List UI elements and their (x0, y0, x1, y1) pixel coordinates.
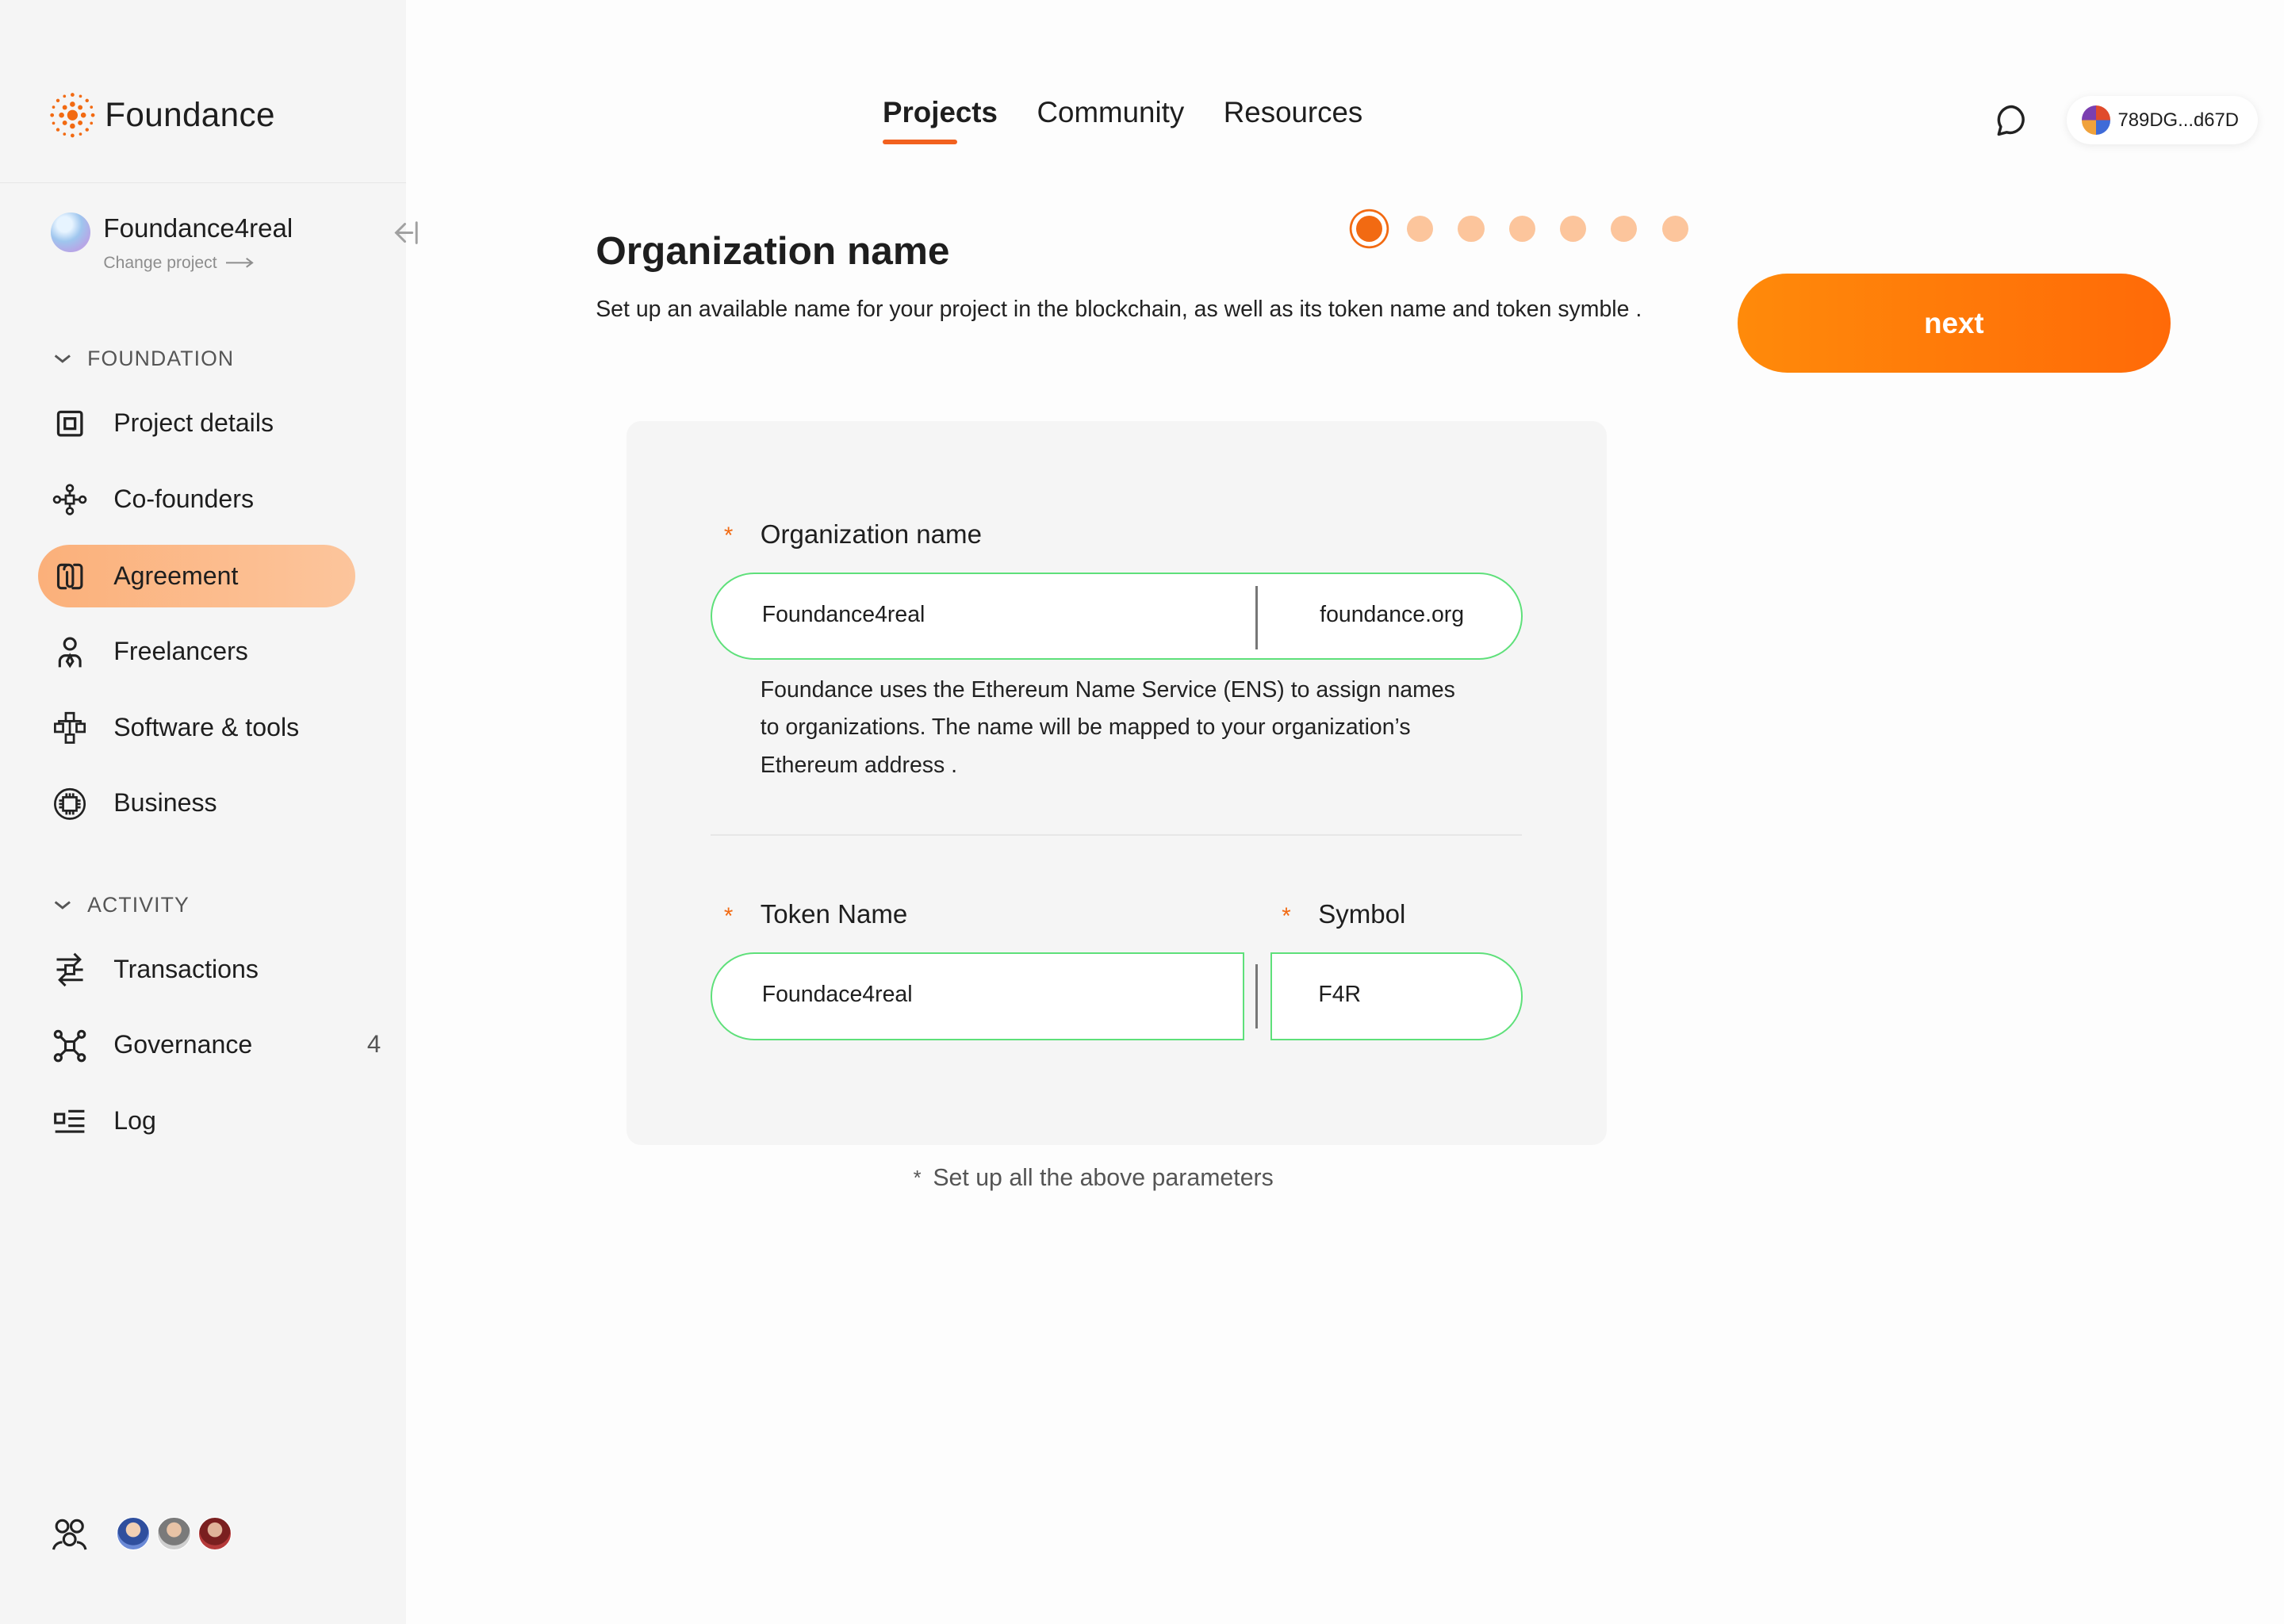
chat-button[interactable] (1993, 102, 2031, 140)
chevron-down-icon (54, 354, 71, 364)
person-tie-icon (52, 635, 87, 670)
step-dot (1458, 215, 1485, 242)
change-project-label: Change project (103, 253, 217, 272)
team-avatars (116, 1516, 232, 1551)
form-divider (711, 834, 1523, 837)
tab-resources[interactable]: Resources (1224, 96, 1363, 141)
organization-name-value[interactable]: Foundance4real (762, 602, 925, 628)
step-dot (1661, 215, 1688, 242)
footnote-text: Set up all the above parameters (933, 1165, 1274, 1192)
collapse-sidebar-button[interactable] (389, 216, 423, 251)
square-frame-icon (52, 406, 87, 441)
foundance-logo-icon (50, 92, 95, 138)
next-button[interactable]: next (1738, 274, 2171, 373)
chevron-down-icon (54, 901, 71, 910)
sidebar-item-log[interactable]: Log (38, 1090, 355, 1152)
sidebar-item-co-founders[interactable]: Co-founders (38, 468, 355, 530)
step-dot (1407, 215, 1434, 242)
organization-name-label: Organization name (760, 519, 982, 550)
section-foundation-title: FOUNDATION (87, 347, 235, 371)
tab-community[interactable]: Community (1037, 96, 1185, 141)
step-dot (1560, 215, 1587, 242)
ens-help-text: Foundance uses the Ethereum Name Service… (760, 676, 1455, 779)
field-separator (1255, 585, 1259, 650)
sidebar-item-label: Software & tools (113, 712, 300, 741)
section-foundation[interactable]: FOUNDATION (52, 347, 234, 371)
token-name-field[interactable]: Foundace4real (711, 952, 1244, 1040)
step-progress (1351, 215, 1688, 242)
sidebar-item-label: Project details (113, 408, 274, 438)
sidebar-item-label: Transactions (113, 954, 259, 983)
token-name-label: Token Name (760, 900, 908, 930)
project-name: Foundance4real (103, 213, 293, 243)
field-separator (1255, 963, 1258, 1028)
collapse-icon (394, 221, 418, 245)
symbol-field[interactable]: F4R (1270, 952, 1523, 1040)
organization-form-card: * Organization name Foundance4real found… (626, 420, 1607, 1145)
sidebar-divider (0, 182, 407, 184)
step-dot (1508, 215, 1535, 242)
team-members[interactable] (49, 1515, 232, 1553)
page-description: Set up an available name for your projec… (596, 297, 1642, 323)
team-icon (52, 1519, 87, 1550)
organization-name-field[interactable]: Foundance4real foundance.org (711, 572, 1523, 661)
project-avatar (51, 213, 90, 252)
chat-bubble-icon (1997, 105, 2025, 136)
required-mark: * (723, 902, 734, 929)
avatar[interactable] (157, 1516, 191, 1551)
sidebar-item-label: Log (113, 1105, 156, 1135)
sidebar-item-label: Agreement (113, 561, 239, 590)
top-navigation: Projects Community Resources (883, 96, 1363, 144)
form-footnote: * Set up all the above parameters (914, 1165, 1274, 1192)
symbol-value[interactable]: F4R (1318, 982, 1361, 1008)
network-nodes-icon (52, 482, 87, 517)
symbol-label: Symbol (1318, 900, 1406, 930)
project-switcher[interactable]: Foundance4real Change project (51, 211, 418, 278)
organization-domain: foundance.org (1320, 601, 1465, 627)
sidebar-item-label: Business (113, 788, 217, 818)
app-root: Foundance Foundance4real Change project … (0, 0, 2284, 1624)
sidebar-item-software-tools[interactable]: Software & tools (38, 696, 355, 759)
sidebar-item-business[interactable]: Business (38, 772, 355, 834)
brand-name: Foundance (105, 96, 275, 134)
section-activity[interactable]: ACTIVITY (52, 893, 190, 917)
arrow-right-icon (225, 258, 254, 268)
linked-docs-icon (52, 559, 87, 594)
token-name-value[interactable]: Foundace4real (762, 982, 913, 1008)
sidebar-item-transactions[interactable]: Transactions (38, 938, 355, 1001)
section-activity-title: ACTIVITY (87, 892, 190, 917)
avatar[interactable] (116, 1516, 151, 1551)
sidebar-item-label: Freelancers (113, 637, 248, 666)
governance-icon (52, 1028, 87, 1063)
sidebar-item-label: Co-founders (113, 484, 255, 513)
hierarchy-icon (52, 710, 87, 745)
sidebar-item-governance[interactable]: Governance (38, 1013, 355, 1076)
wallet-address-button[interactable]: 789DG...d67D (2067, 96, 2258, 144)
required-mark: * (1282, 902, 1291, 929)
step-dot-current (1355, 215, 1382, 242)
sidebar-item-agreement[interactable]: Agreement (37, 544, 356, 607)
chip-globe-icon (52, 787, 87, 822)
required-mark: * (723, 523, 734, 550)
sidebar-item-project-details[interactable]: Project details (38, 392, 355, 454)
brand-logo[interactable]: Foundance (49, 90, 275, 140)
log-list-icon (52, 1104, 87, 1139)
page-title: Organization name (596, 228, 950, 273)
step-dot (1611, 215, 1638, 242)
change-project-link[interactable]: Change project (103, 254, 255, 273)
footnote-mark: * (913, 1166, 922, 1189)
tab-projects[interactable]: Projects (883, 96, 998, 144)
transfer-icon (52, 952, 87, 987)
sidebar-item-freelancers[interactable]: Freelancers (38, 620, 355, 683)
sidebar-item-label: Governance (113, 1030, 253, 1059)
wallet-address: 789DG...d67D (2117, 109, 2240, 131)
avatar[interactable] (198, 1516, 232, 1551)
governance-count-badge: 4 (366, 1029, 381, 1058)
wallet-avatar (2081, 105, 2111, 135)
sidebar: Foundance Foundance4real Change project … (0, 0, 418, 1624)
